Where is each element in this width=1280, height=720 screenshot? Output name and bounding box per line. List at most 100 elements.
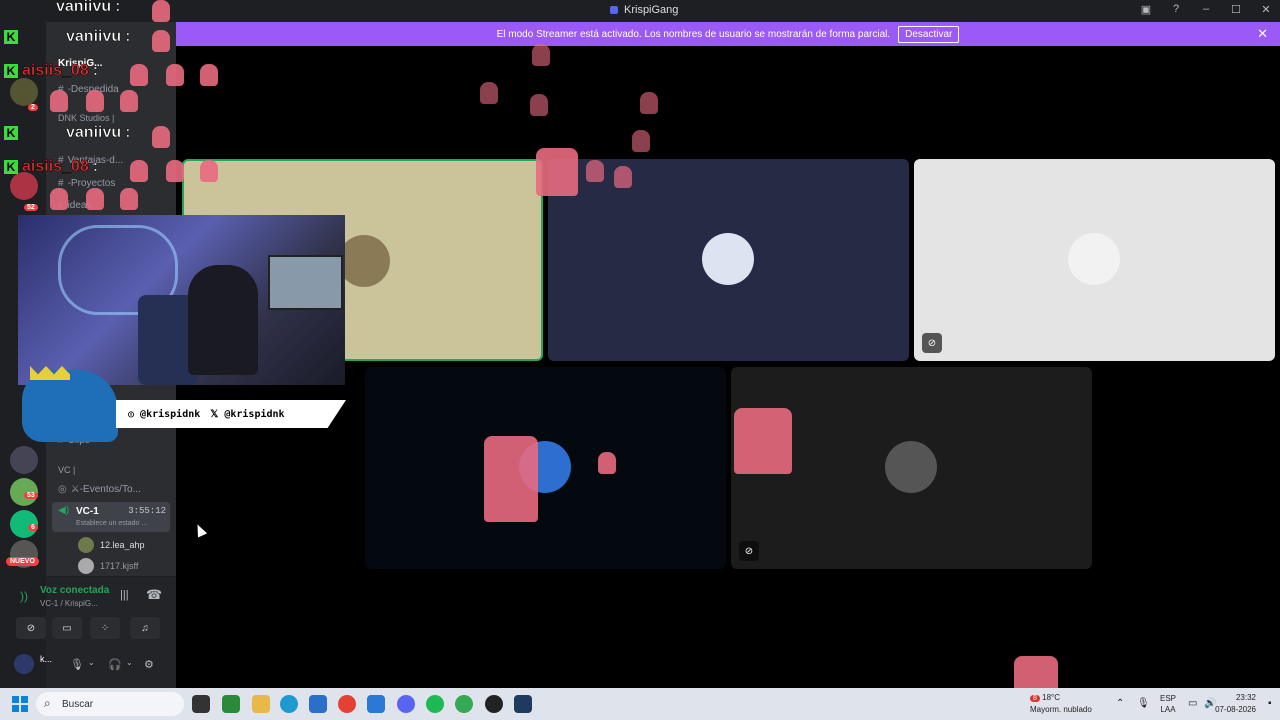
username[interactable]: k... <box>40 654 52 664</box>
start-button[interactable] <box>12 696 28 712</box>
network-icon[interactable]: ▭ <box>1188 698 1197 709</box>
clap-emote <box>130 64 148 86</box>
taskbar-search[interactable]: ⌕ Buscar <box>36 692 184 716</box>
noise-suppression-icon[interactable]: ||| <box>120 589 129 601</box>
camera-off-button[interactable]: ⊘ <box>16 617 46 639</box>
search-icon: ⌕ <box>44 696 51 710</box>
clap-emote <box>200 64 218 86</box>
social-handles: ◎ @krispidnk 𝕏 @krispidnk <box>116 400 346 428</box>
chat-message: vaniivu: <box>56 0 121 15</box>
discord-icon[interactable] <box>397 695 415 713</box>
activities-button[interactable]: ⁘ <box>90 617 120 639</box>
chrome-icon[interactable] <box>455 695 473 713</box>
category-dnk[interactable]: DNK Studios | <box>58 113 114 123</box>
server-icon[interactable] <box>10 446 38 474</box>
unread-badge: 52 <box>24 204 38 211</box>
app-icon[interactable] <box>367 695 385 713</box>
chrome-icon[interactable] <box>338 695 356 713</box>
chat-message: Kaisiis_08: <box>4 62 98 80</box>
video-tile[interactable]: ⊘ <box>914 159 1275 361</box>
store-icon[interactable] <box>309 695 327 713</box>
webcam-overlay <box>18 215 345 385</box>
inbox-icon[interactable]: ▣ <box>1138 3 1154 16</box>
video-tile[interactable] <box>365 367 726 569</box>
clap-emote <box>536 148 578 196</box>
app-icon[interactable] <box>222 695 240 713</box>
clap-emote <box>532 44 550 66</box>
signal-icon[interactable]: )) <box>20 589 28 603</box>
mascot-logo <box>22 366 118 442</box>
voice-status[interactable]: Establece un estado ... <box>76 520 147 527</box>
clap-emote <box>632 130 650 152</box>
soundboard-button[interactable]: ♫ <box>130 617 160 639</box>
weather-widget[interactable]: 8 18°C Mayorm. nublado <box>1030 692 1092 715</box>
server-icon[interactable] <box>10 172 38 200</box>
mouse-cursor <box>192 522 208 538</box>
deactivate-button[interactable]: Desactivar <box>898 25 960 43</box>
stage-icon: ◎ <box>58 484 67 495</box>
discord-app: KrispiGang ▣ ? – ☐ ✕ El modo Streamer es… <box>0 0 1280 718</box>
obs-icon[interactable] <box>485 695 503 713</box>
voice-user[interactable]: 12.lea_ahp <box>78 537 145 553</box>
server-icon[interactable] <box>10 78 38 106</box>
speaker-icon: ◀) <box>58 505 70 516</box>
app-icon[interactable] <box>514 695 532 713</box>
clap-emote <box>152 126 170 148</box>
chat-message: Kvaniivu: <box>4 124 131 142</box>
notification-icon[interactable]: ▪ <box>1268 698 1272 709</box>
clap-emote <box>166 64 184 86</box>
unread-badge: 53 <box>24 492 38 499</box>
minimize-button[interactable]: – <box>1198 3 1214 16</box>
chevron-up-icon[interactable]: ⌃ <box>1116 698 1124 709</box>
disconnect-icon[interactable]: ☎ <box>146 587 162 603</box>
spotify-icon[interactable] <box>426 695 444 713</box>
x-handle: 𝕏 @krispidnk <box>210 408 285 420</box>
chevron-down-icon[interactable]: ⌄ <box>126 658 133 667</box>
microphone-icon[interactable]: 🎙 <box>70 658 84 671</box>
video-tile[interactable] <box>548 159 909 361</box>
banner-message: El modo Streamer está activado. Los nomb… <box>496 28 891 40</box>
windows-taskbar: ⌕ Buscar 8 18°C Mayorm. nublado ⌃ 🎙 ESP L… <box>0 688 1280 720</box>
clap-emote <box>86 90 104 112</box>
k-icon: K <box>4 160 18 174</box>
avatar[interactable] <box>14 654 34 674</box>
clap-emote <box>50 90 68 112</box>
language-indicator[interactable]: ESP LAA <box>1160 693 1176 715</box>
k-icon: K <box>4 64 18 78</box>
voice-user[interactable]: 1717.kjsff <box>78 558 138 574</box>
edge-icon[interactable] <box>280 695 298 713</box>
avatar <box>78 558 94 574</box>
close-icon[interactable]: ✕ <box>1257 26 1268 42</box>
category-vc[interactable]: VC | <box>58 465 75 475</box>
clap-emote <box>152 0 170 22</box>
chevron-down-icon[interactable]: ⌄ <box>88 658 95 667</box>
k-icon: K <box>4 126 18 140</box>
clock[interactable]: 23:32 07-08-2026 <box>1215 692 1256 716</box>
screen-share-button[interactable]: ▭ <box>52 617 82 639</box>
voice-channel-active[interactable]: ◀) VC-1 3:55:12 Establece un estado ... <box>52 502 170 532</box>
clap-emote <box>200 160 218 182</box>
close-button[interactable]: ✕ <box>1258 3 1274 16</box>
user-panel: k... 🎙 ⌄ 🎧 ⌄ ⚙ <box>14 646 176 688</box>
help-icon[interactable]: ? <box>1168 3 1184 16</box>
voice-channel-name: VC-1 <box>76 506 99 517</box>
headphones-icon[interactable]: 🎧 <box>108 658 122 671</box>
clap-emote <box>640 92 658 114</box>
new-badge[interactable]: NUEVO <box>6 557 39 566</box>
folder-icon[interactable] <box>252 695 270 713</box>
event-channel[interactable]: ◎ ⚔-Eventos/To... <box>58 484 141 495</box>
avatar <box>78 537 94 553</box>
clap-emote <box>120 188 138 210</box>
clap-emote <box>166 160 184 182</box>
channel-item[interactable]: # -Proyectos <box>58 178 115 189</box>
maximize-button[interactable]: ☐ <box>1228 3 1244 16</box>
muted-icon: ⊘ <box>739 541 759 561</box>
chat-message: Kvaniivu: <box>4 28 131 46</box>
weather-badge: 8 <box>1030 695 1040 702</box>
clap-emote <box>598 452 616 474</box>
gear-icon[interactable]: ⚙ <box>144 658 154 671</box>
voice-connected-label[interactable]: Voz conectada <box>40 585 109 596</box>
avatar <box>1068 233 1120 285</box>
microphone-icon[interactable]: 🎙 <box>1137 698 1150 709</box>
task-view-icon[interactable] <box>192 695 210 713</box>
